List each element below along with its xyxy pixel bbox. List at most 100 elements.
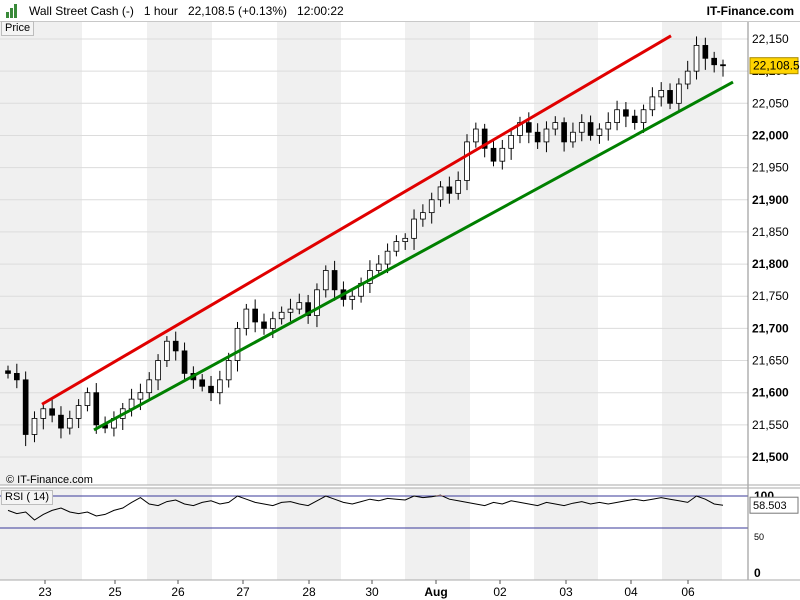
x-tick-label: 06: [681, 585, 695, 599]
candle: [243, 303, 250, 336]
price-tick-label: 21,650: [752, 354, 789, 368]
candle-body: [623, 109, 629, 117]
candle: [393, 235, 400, 257]
candle: [631, 109, 638, 130]
candle-body: [278, 311, 285, 320]
rsi-tick-label: 0: [754, 566, 761, 580]
candle-body: [252, 308, 258, 323]
candlestick-series: [5, 36, 726, 447]
candle-body: [93, 392, 100, 426]
candle-body: [693, 45, 700, 72]
candle-body: [411, 218, 417, 239]
candle-body: [22, 379, 29, 435]
day-band: [277, 22, 341, 485]
price-tick-label: 21,900: [752, 193, 789, 207]
rsi-panel: [0, 494, 748, 529]
candle-body: [217, 379, 223, 394]
candle-body: [658, 90, 665, 98]
candle-body: [570, 131, 576, 143]
candle-body: [508, 135, 514, 149]
candle-body: [711, 57, 718, 66]
candle-body: [720, 64, 726, 67]
last-price-label: 22,108.5: [753, 59, 800, 73]
candle-body: [5, 370, 11, 374]
x-tick-label: Aug: [424, 585, 447, 599]
candle-body: [287, 308, 294, 313]
candle-body: [428, 199, 435, 214]
candle: [508, 128, 514, 160]
day-band: [534, 488, 598, 580]
price-tick-label: 21,500: [752, 450, 789, 464]
price-tick-label: 21,850: [752, 225, 789, 239]
candle-body: [640, 109, 647, 124]
candle-body: [490, 147, 497, 162]
candle: [605, 112, 612, 141]
rsi-panel-label: RSI ( 14): [1, 490, 54, 505]
day-band: [405, 22, 470, 485]
day-band: [534, 22, 598, 485]
price-tick-label: 22,050: [752, 96, 789, 110]
chart-grid: [0, 38, 748, 458]
candle: [234, 321, 241, 372]
candle-body: [543, 128, 550, 143]
copyright-label: © IT-Finance.com: [6, 474, 93, 486]
candle-body: [534, 131, 541, 143]
candle-body: [181, 350, 188, 374]
candle-body: [137, 392, 144, 400]
candle-body: [58, 414, 64, 429]
candle: [517, 116, 523, 144]
day-band: [662, 488, 722, 580]
candle-body: [631, 115, 638, 123]
day-band: [405, 488, 470, 580]
candle-body: [676, 83, 682, 104]
candle-body: [66, 418, 73, 429]
candle-body: [464, 141, 470, 181]
candle-body: [155, 360, 161, 381]
candle: [22, 371, 29, 447]
candle-body: [587, 122, 594, 136]
candle-body: [499, 147, 506, 162]
x-tick-label: 28: [302, 585, 316, 599]
x-tick-label: 26: [171, 585, 185, 599]
rsi-overbought-fill: [436, 495, 445, 496]
candle-body: [314, 289, 320, 316]
candle-body: [208, 385, 214, 394]
trend-channel: [41, 34, 734, 432]
price-tick-label: 21,750: [752, 289, 789, 303]
candle-body: [596, 128, 603, 136]
candle-body: [702, 45, 709, 59]
candle-body: [552, 122, 559, 130]
candle-body: [578, 122, 585, 133]
candle-body: [322, 270, 329, 291]
x-tick-label: 03: [559, 585, 573, 599]
candle-body: [525, 122, 532, 133]
candle-body: [402, 237, 409, 242]
candle-body: [614, 109, 620, 124]
candle-body: [437, 186, 444, 201]
candle: [84, 387, 91, 412]
candle-body: [473, 128, 479, 143]
price-tick-label: 22,000: [752, 128, 789, 142]
candle-body: [31, 418, 38, 435]
candle-body: [684, 70, 691, 85]
candle-body: [146, 379, 153, 394]
candle-body: [649, 96, 656, 111]
candle-body: [446, 186, 453, 194]
candle: [623, 102, 629, 128]
candle-body: [199, 379, 206, 387]
price-chart[interactable]: 21,500 21,550 21,600 21,650 21,700 21,750 21,8…: [0, 0, 800, 600]
candle-body: [13, 372, 20, 381]
candle: [111, 411, 117, 437]
candle-body: [243, 308, 250, 329]
candle-body: [384, 250, 391, 265]
candle-body: [393, 241, 400, 252]
candle: [261, 313, 267, 335]
candle: [217, 370, 223, 405]
candle-body: [234, 327, 241, 361]
price-tick-label: 21,800: [752, 257, 789, 271]
price-tick-label: 22,150: [752, 32, 789, 46]
day-band: [147, 22, 212, 485]
candle-body: [331, 270, 338, 291]
x-tick-label: 27: [236, 585, 250, 599]
rsi-last-label: 58.503: [753, 500, 787, 512]
